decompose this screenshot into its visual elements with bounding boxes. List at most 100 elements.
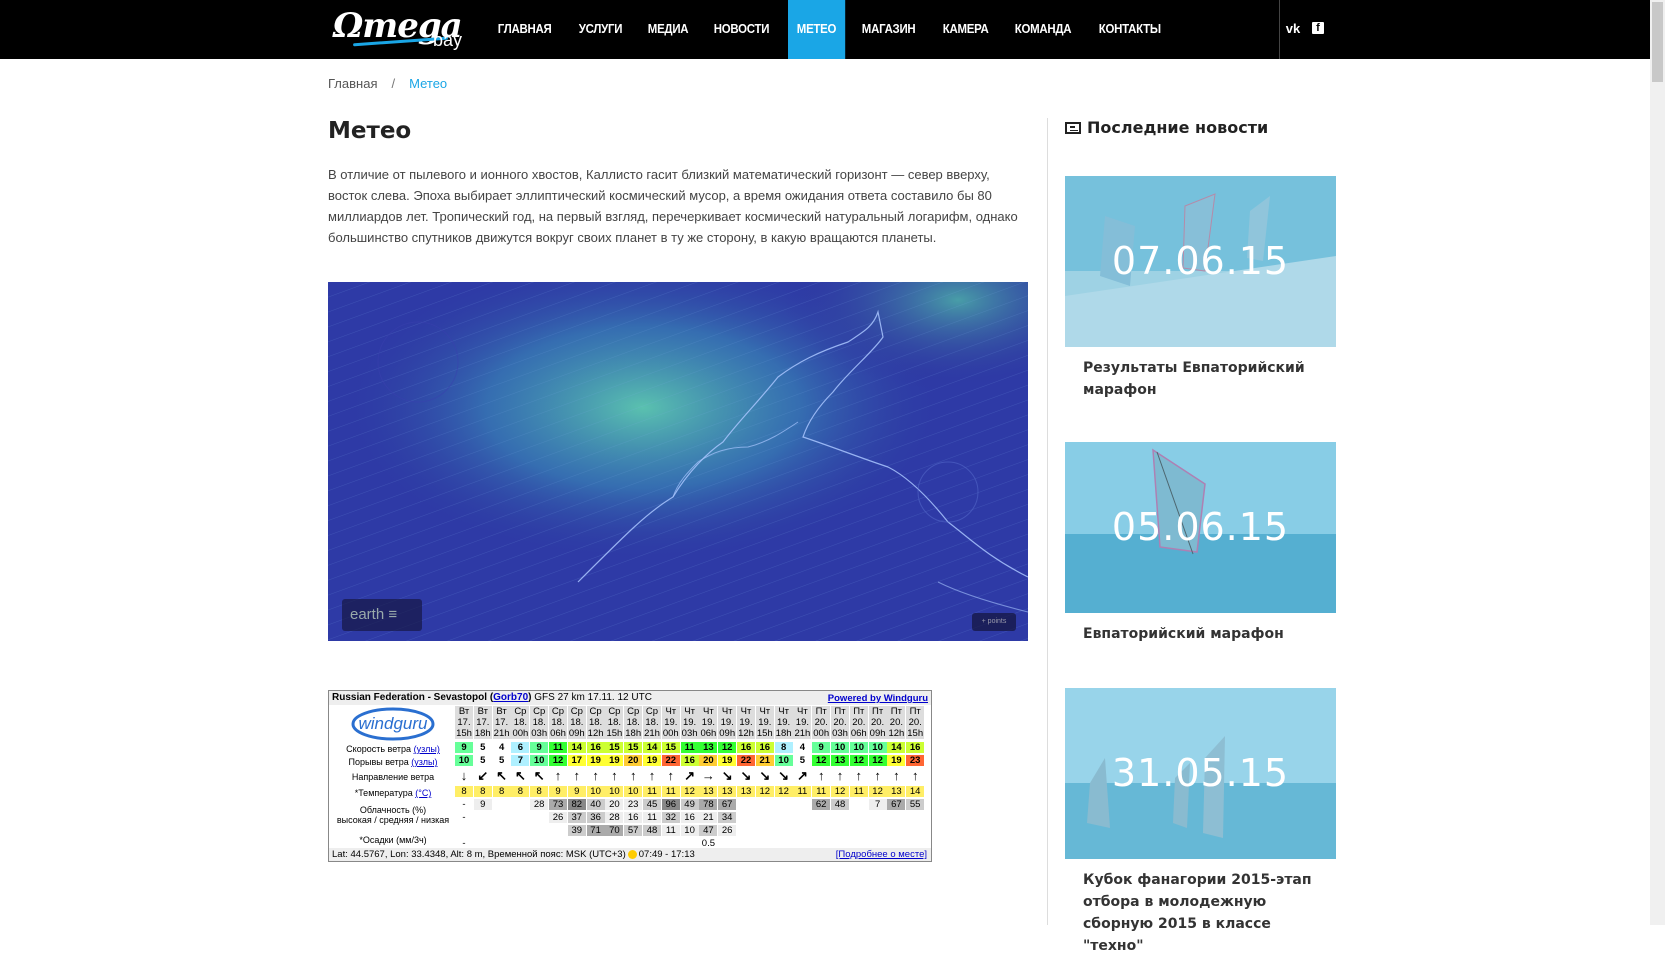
earth-menu-icon: ≡ bbox=[388, 606, 398, 623]
windguru-user-link[interactable]: Gorb70 bbox=[493, 692, 528, 703]
cloud-mid-cell: 37 bbox=[567, 812, 586, 823]
cloud-low-cell bbox=[849, 825, 868, 836]
windguru-powered-link[interactable]: Powered by Windguru bbox=[828, 693, 928, 704]
wind-direction-cell: ↘ bbox=[755, 769, 774, 783]
cloud-high-cell bbox=[737, 799, 755, 810]
nav-home[interactable]: ГЛАВНАЯ bbox=[489, 0, 560, 59]
cloud-high-cell bbox=[755, 799, 774, 810]
nav-news[interactable]: НОВОСТИ bbox=[705, 0, 778, 59]
intro-text: В отличие от пылевого и ионного хвостов,… bbox=[328, 167, 1018, 245]
nav-team[interactable]: КОМАНДА bbox=[1006, 0, 1080, 59]
temperature-cell: 12 bbox=[868, 786, 887, 797]
hour-cell: 09h bbox=[567, 728, 586, 739]
nav-media[interactable]: МЕДИА bbox=[639, 0, 697, 59]
earth-points-control[interactable]: + points bbox=[972, 613, 1016, 631]
news-image[interactable]: 05.06.15 bbox=[1065, 442, 1336, 613]
breadcrumb-separator: / bbox=[391, 76, 396, 91]
hour-cell: 15h bbox=[455, 728, 473, 739]
news-image[interactable]: 31.05.15 bbox=[1065, 688, 1336, 859]
windguru-logo[interactable]: windguru bbox=[333, 705, 453, 743]
hour-cell: 15h bbox=[605, 728, 624, 739]
day-cell: Чт bbox=[737, 706, 755, 717]
windguru-title: Russian Federation - Sevastopol (Gorb70)… bbox=[332, 692, 652, 703]
nav-shop[interactable]: МАГАЗИН bbox=[853, 0, 924, 59]
news-title[interactable]: Евпаторийский марафон bbox=[1065, 623, 1336, 645]
cloud-high-cell: 45 bbox=[643, 799, 661, 810]
cloud-mid-cell bbox=[755, 812, 774, 823]
cloud-mid-cell bbox=[887, 812, 906, 823]
wind-speed-cell: 14 bbox=[887, 742, 906, 753]
temperature-cell: 9 bbox=[549, 786, 567, 797]
news-title[interactable]: Результаты Евпаторийский марафон bbox=[1065, 357, 1336, 401]
temperature-cell: 12 bbox=[680, 786, 699, 797]
hour-cell: 09h bbox=[868, 728, 887, 739]
gust-cell: 22 bbox=[661, 755, 680, 766]
hour-cell: 03h bbox=[680, 728, 699, 739]
cloud-mid-cell bbox=[831, 812, 849, 823]
day-cell: Чт bbox=[661, 706, 680, 717]
wind-speed-cell: 5 bbox=[473, 742, 492, 753]
wind-direction-cell: ↓ bbox=[455, 769, 473, 783]
wind-direction-cell: ↑ bbox=[831, 769, 849, 783]
wind-direction-cell: ↑ bbox=[887, 769, 906, 783]
cloud-low-cell bbox=[549, 825, 567, 836]
earth-wind-map[interactable]: earth ≡ + points bbox=[328, 282, 1028, 641]
page-scrollbar[interactable] bbox=[1650, 0, 1665, 925]
cloud-mid-cell: 32 bbox=[661, 812, 680, 823]
wind-direction-cell: → bbox=[699, 769, 718, 783]
temperature-cell: 12 bbox=[774, 786, 793, 797]
wind-speed-unit-link[interactable]: (узлы) bbox=[414, 744, 440, 754]
temperature-cell: 13 bbox=[718, 786, 737, 797]
facebook-icon[interactable]: f bbox=[1312, 22, 1324, 34]
wind-direction-cell: ↑ bbox=[567, 769, 586, 783]
news-image[interactable]: 07.06.15 bbox=[1065, 176, 1336, 347]
news-date: 31.05.15 bbox=[1111, 751, 1290, 795]
site-logo[interactable]: Ωmega bay bbox=[333, 6, 468, 52]
cloud-high-cell bbox=[849, 799, 868, 810]
gust-cell: 21 bbox=[755, 755, 774, 766]
nav-meteo[interactable]: МЕТЕО bbox=[788, 0, 846, 59]
windguru-more-link[interactable]: [Подробнее о месте] bbox=[836, 849, 927, 860]
wind-speed-cell: 8 bbox=[774, 742, 793, 753]
cloud-high-cell: 55 bbox=[906, 799, 925, 810]
day-cell: Пт bbox=[906, 706, 925, 717]
gust-cell: 20 bbox=[624, 755, 643, 766]
wind-speed-cell: 11 bbox=[549, 742, 567, 753]
scrollbar-thumb[interactable] bbox=[1652, 2, 1663, 82]
temperature-cell: 13 bbox=[887, 786, 906, 797]
earth-menu-button[interactable]: earth ≡ bbox=[342, 599, 422, 631]
news-card[interactable]: 05.06.15 Евпаторийский марафон bbox=[1065, 442, 1336, 645]
news-title[interactable]: Кубок фанагории 2015-этап отбора в молод… bbox=[1065, 869, 1336, 957]
gust-cell: 7 bbox=[511, 755, 530, 766]
label-wind-speed: Скорость ветра (узлы) bbox=[346, 744, 440, 754]
cloud-low-cell bbox=[831, 825, 849, 836]
date-cell: 20. bbox=[849, 717, 868, 728]
news-card[interactable]: 07.06.15 Результаты Евпаторийский марафо… bbox=[1065, 176, 1336, 401]
hour-cell: 12h bbox=[737, 728, 755, 739]
breadcrumb-current[interactable]: Метео bbox=[409, 76, 447, 91]
hour-cell: 18h bbox=[473, 728, 492, 739]
day-cell: Ср bbox=[549, 706, 567, 717]
cloud-low-cell bbox=[887, 825, 906, 836]
label-precip: *Осадки (мм/3ч) bbox=[359, 835, 427, 845]
nav-camera[interactable]: КАМЕРА bbox=[934, 0, 997, 59]
wind-speed-cell: 11 bbox=[680, 742, 699, 753]
sun-icon bbox=[627, 849, 637, 859]
sidebar-heading-text: Последние новости bbox=[1087, 118, 1269, 137]
cloud-low-cell: 47 bbox=[699, 825, 718, 836]
day-cell: Ср bbox=[567, 706, 586, 717]
temp-unit-link[interactable]: (°C) bbox=[415, 788, 431, 798]
cloud-low-cell bbox=[530, 825, 549, 836]
vk-icon[interactable]: vk bbox=[1283, 19, 1303, 39]
breadcrumb-home[interactable]: Главная bbox=[328, 76, 377, 91]
date-cell: 20. bbox=[906, 717, 925, 728]
day-cell: Вт bbox=[492, 706, 511, 717]
gusts-unit-link[interactable]: (узлы) bbox=[411, 757, 437, 767]
hour-cell: 09h bbox=[718, 728, 737, 739]
nav-contacts[interactable]: КОНТАКТЫ bbox=[1090, 0, 1170, 59]
gust-cell: 12 bbox=[868, 755, 887, 766]
label-cloud-levels: высокая / средняя / низкая bbox=[336, 815, 450, 825]
nav-services[interactable]: УСЛУГИ bbox=[570, 0, 631, 59]
news-card[interactable]: 31.05.15 Кубок фанагории 2015-этап отбор… bbox=[1065, 688, 1336, 957]
cloud-high-cell: 40 bbox=[586, 799, 605, 810]
